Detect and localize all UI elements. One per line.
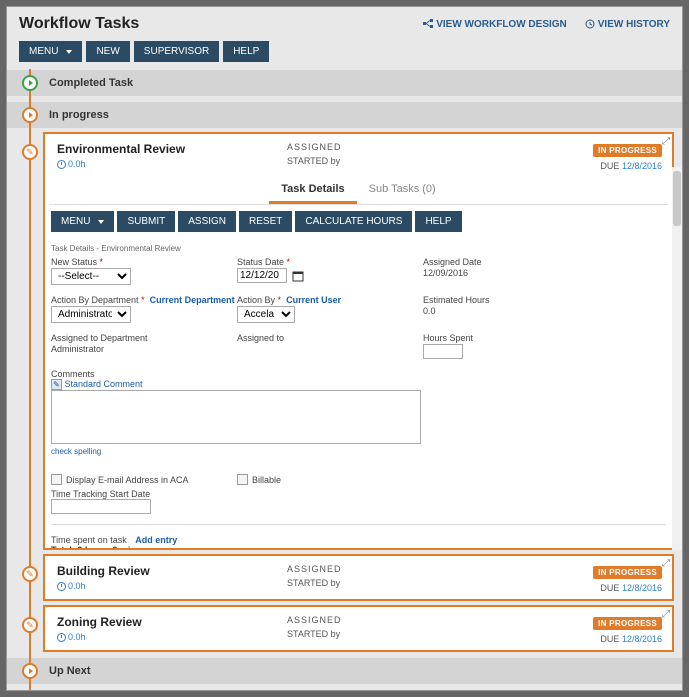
task-title: Environmental Review — [57, 142, 185, 156]
assigned-to-dept-value: Administrator — [51, 344, 237, 354]
display-email-checkbox-row[interactable]: Display E-mail Address in ACA — [51, 474, 237, 485]
time-spent-section: Time spent on task Add entry Total: 0 ho… — [51, 535, 666, 548]
status-badge: IN PROGRESS — [593, 144, 662, 157]
billable-checkbox-row[interactable]: Billable — [237, 474, 423, 485]
clock-icon — [57, 633, 66, 642]
task-card-environmental: ⤢ Environmental Review 0.0h ASSIGNED STA… — [43, 132, 674, 550]
task-pencil-icon — [22, 617, 38, 633]
action-by-label: Action By * Current User — [237, 295, 423, 305]
task-header[interactable]: Building Review 0.0h ASSIGNED STARTED by… — [45, 556, 672, 599]
time-total: Total: 0 hours 0 mins — [51, 545, 666, 548]
clock-icon — [57, 582, 66, 591]
page-title: Workflow Tasks — [19, 15, 139, 33]
status-badge: IN PROGRESS — [593, 566, 662, 579]
assign-button[interactable]: ASSIGN — [178, 211, 236, 232]
status-date-input[interactable] — [237, 268, 287, 283]
task-title: Building Review — [57, 564, 150, 578]
task-card-zoning[interactable]: ⤢ Zoning Review 0.0h ASSIGNED STARTED by… — [43, 605, 674, 652]
detail-help-button[interactable]: HELP — [415, 211, 461, 232]
comments-label: Comments — [51, 369, 95, 379]
comments-textarea[interactable] — [51, 390, 421, 444]
calculate-hours-button[interactable]: CALCULATE HOURS — [295, 211, 412, 232]
scrollbar[interactable] — [672, 167, 682, 550]
reset-button[interactable]: RESET — [239, 211, 292, 232]
in-progress-node-icon — [22, 107, 38, 123]
view-workflow-design-link[interactable]: VIEW WORKFLOW DESIGN — [423, 19, 567, 30]
status-date-label: Status Date * — [237, 257, 423, 267]
timeline-line — [29, 69, 31, 690]
standard-comment-link[interactable]: Standard Comment — [65, 379, 143, 389]
menu-button[interactable]: MENU — [19, 41, 82, 62]
calendar-icon[interactable] — [292, 270, 304, 282]
task-card-building[interactable]: ⤢ Building Review 0.0h ASSIGNED STARTED … — [43, 554, 674, 601]
detail-toolbar: MENU SUBMIT ASSIGN RESET CALCULATE HOURS… — [45, 205, 672, 238]
task-status-block: ASSIGNED STARTED by — [287, 564, 342, 588]
completed-node-icon — [22, 75, 38, 91]
task-pencil-icon — [22, 566, 38, 582]
task-title: Zoning Review — [57, 615, 142, 629]
task-status-block: ASSIGNED STARTED by — [287, 142, 342, 166]
action-dept-label: Action By Department * Current Departmen… — [51, 295, 237, 305]
hours-spent-input[interactable] — [423, 344, 463, 359]
page-header: Workflow Tasks VIEW WORKFLOW DESIGN VIEW… — [7, 7, 682, 41]
due-line: DUE 12/8/2016 — [593, 583, 662, 593]
main-toolbar: MENU NEW SUPERVISOR HELP — [7, 41, 682, 70]
action-dept-select[interactable]: Administrator — [51, 306, 131, 323]
flow-icon — [423, 19, 433, 29]
assigned-to-label: Assigned to — [237, 333, 423, 343]
assigned-date-label: Assigned Date — [423, 257, 609, 267]
app-frame: Workflow Tasks VIEW WORKFLOW DESIGN VIEW… — [6, 6, 683, 691]
task-header[interactable]: Environmental Review 0.0h ASSIGNED START… — [45, 134, 672, 177]
header-links: VIEW WORKFLOW DESIGN VIEW HISTORY — [423, 19, 670, 30]
est-hours-value: 0.0 — [423, 306, 609, 316]
std-comment-icon: ✎ — [51, 379, 62, 390]
task-right-block: IN PROGRESS DUE 12/8/2016 — [593, 562, 662, 593]
task-status-block: ASSIGNED STARTED by — [287, 615, 342, 639]
task-pencil-icon — [22, 144, 38, 160]
help-button[interactable]: HELP — [223, 41, 269, 62]
checkbox-icon[interactable] — [51, 474, 62, 485]
task-hours: 0.0h — [57, 581, 150, 591]
scroll-thumb[interactable] — [673, 171, 681, 226]
tab-sub-tasks[interactable]: Sub Tasks (0) — [357, 177, 448, 204]
status-badge: IN PROGRESS — [593, 617, 662, 630]
up-next-node-icon — [22, 663, 38, 679]
due-line: DUE 12/8/2016 — [593, 634, 662, 644]
new-button[interactable]: NEW — [86, 41, 129, 62]
time-start-label: Time Tracking Start Date — [51, 489, 150, 499]
form-body: Task Details - Environmental Review New … — [45, 238, 672, 548]
new-status-label: New Status * — [51, 257, 237, 267]
task-right-block: IN PROGRESS DUE 12/8/2016 — [593, 140, 662, 171]
submit-button[interactable]: SUBMIT — [117, 211, 175, 232]
time-start-input[interactable] — [51, 499, 151, 514]
new-status-select[interactable]: --Select-- — [51, 268, 131, 285]
add-entry-link[interactable]: Add entry — [135, 535, 177, 545]
history-icon — [585, 19, 595, 29]
time-spent-label: Time spent on task — [51, 535, 127, 545]
detail-tabs: Task Details Sub Tasks (0) — [49, 177, 668, 205]
assigned-to-dept-label: Assigned to Department — [51, 333, 237, 343]
task-header[interactable]: Zoning Review 0.0h ASSIGNED STARTED by I… — [45, 607, 672, 650]
completed-task-band[interactable]: Completed Task — [7, 70, 682, 96]
view-history-link[interactable]: VIEW HISTORY — [585, 19, 670, 30]
task-hours: 0.0h — [57, 632, 142, 642]
breadcrumb: Task Details - Environmental Review — [51, 244, 666, 253]
hours-spent-label: Hours Spent — [423, 333, 609, 343]
clock-icon — [57, 160, 66, 169]
action-by-select[interactable]: Accela — [237, 306, 295, 323]
est-hours-label: Estimated Hours — [423, 295, 609, 305]
in-progress-band[interactable]: In progress — [7, 102, 682, 128]
due-line: DUE 12/8/2016 — [593, 161, 662, 171]
detail-menu-button[interactable]: MENU — [51, 211, 114, 232]
supervisor-button[interactable]: SUPERVISOR — [134, 41, 219, 62]
current-department-link[interactable]: Current Department — [150, 295, 235, 305]
up-next-band[interactable]: Up Next — [7, 658, 682, 684]
check-spelling-link[interactable]: check spelling — [51, 447, 101, 456]
assigned-date-value: 12/09/2016 — [423, 268, 609, 278]
current-user-link[interactable]: Current User — [286, 295, 341, 305]
tab-task-details[interactable]: Task Details — [269, 177, 356, 204]
task-right-block: IN PROGRESS DUE 12/8/2016 — [593, 613, 662, 644]
checkbox-icon[interactable] — [237, 474, 248, 485]
task-hours: 0.0h — [57, 159, 185, 169]
